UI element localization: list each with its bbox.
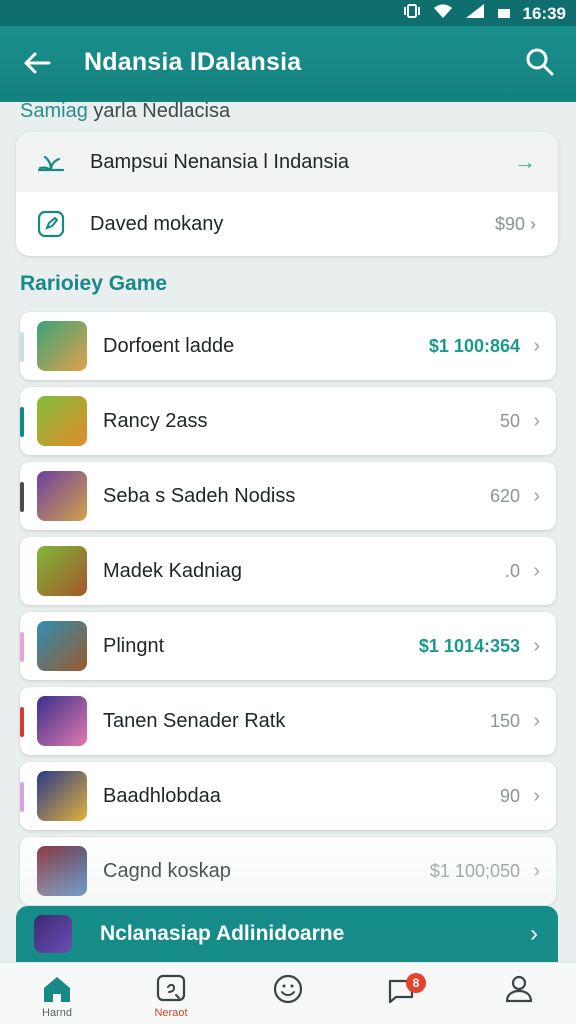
chevron-right-icon: ›	[533, 334, 540, 357]
section-header-accent: Samiag	[20, 102, 88, 122]
game-value: 150	[489, 710, 520, 731]
chat-icon	[156, 974, 186, 1002]
game-name: Dorfoent ladde	[103, 334, 235, 357]
game-name: Plingnt	[103, 634, 165, 657]
game-value: 620	[489, 485, 520, 506]
profile-icon	[505, 975, 533, 1003]
game-thumbnail	[37, 846, 87, 896]
app-bar: Ndansia lDalansia	[0, 26, 576, 102]
chevron-right-icon: ›	[533, 559, 540, 582]
game-value: $1 100:864	[428, 335, 520, 356]
bottom-nav: Harnd Neraot 8	[0, 962, 576, 1024]
arrow-left-icon	[24, 52, 51, 74]
signal-icon	[465, 3, 485, 24]
game-thumbnail	[37, 321, 87, 371]
games-section-title: Rarioiey Game	[20, 272, 168, 295]
game-thumbnail	[37, 771, 87, 821]
edit-icon	[36, 209, 66, 239]
game-thumbnail	[37, 696, 87, 746]
section-header: Samiag yarla Nedlacisa	[20, 102, 230, 123]
nav-home[interactable]: Harnd	[22, 973, 92, 1024]
back-button[interactable]	[20, 46, 54, 80]
game-name: Madek Kadniag	[103, 559, 242, 582]
search-button[interactable]	[524, 46, 558, 80]
chevron-right-icon: ›	[533, 709, 540, 732]
game-thumbnail	[37, 546, 87, 596]
content-area: Samiag yarla Nedlacisa Bampsui Nenansia …	[0, 102, 576, 962]
game-row[interactable]: Plingnt $1 1014:353 ›	[20, 612, 556, 680]
row-accent-stripe	[20, 332, 24, 362]
row-accent-stripe	[20, 782, 24, 812]
nav-social[interactable]	[253, 973, 323, 1024]
promo-label: Nclanasiap Adlinidoarne	[100, 922, 345, 945]
game-value: $1 100;050	[429, 860, 520, 881]
game-row[interactable]: Seba s Sadeh Nodiss 620 ›	[20, 462, 556, 530]
nav-chat[interactable]: Neraot	[136, 973, 206, 1024]
row-accent-stripe	[20, 632, 24, 662]
arrow-right-icon: →	[514, 149, 536, 174]
nav-messages[interactable]: 8	[368, 973, 438, 1024]
status-time: 16:39	[522, 3, 566, 23]
chevron-right-icon: ›	[533, 409, 540, 432]
smiley-icon	[273, 974, 303, 1004]
game-thumbnail	[37, 471, 87, 521]
section-header-text: yarla Nedlacisa	[87, 102, 231, 122]
status-bar: 16:39	[0, 0, 576, 26]
search-icon	[526, 48, 554, 76]
game-name: Tanen Senader Ratk	[103, 709, 286, 732]
game-row[interactable]: Madek Kadniag .0 ›	[20, 537, 556, 605]
chevron-right-icon: ›	[530, 920, 538, 947]
option-row-1[interactable]: Bampsui Nenansia l Indansia →	[16, 132, 558, 192]
game-value: .0	[504, 560, 520, 581]
nav-profile[interactable]	[484, 973, 554, 1024]
chevron-right-icon: ›	[530, 213, 536, 234]
game-name: Seba s Sadeh Nodiss	[103, 484, 296, 507]
game-name: Baadhlobdaa	[103, 784, 221, 807]
nav-home-label: Harnd	[42, 1007, 72, 1019]
game-value: $1 1014:353	[418, 635, 520, 656]
vibrate-icon	[403, 3, 421, 24]
game-name: Cagnd koskap	[103, 859, 231, 882]
game-row[interactable]: Cagnd koskap $1 100;050 ›	[20, 837, 556, 905]
option-row-1-label: Bampsui Nenansia l Indansia	[90, 150, 350, 173]
home-icon	[44, 977, 70, 1002]
option-row-2-value: $90 ›	[495, 214, 536, 235]
row-accent-stripe	[20, 482, 24, 512]
game-row[interactable]: Tanen Senader Ratk 150 ›	[20, 687, 556, 755]
notification-badge: 8	[406, 973, 426, 993]
options-card: Bampsui Nenansia l Indansia → Daved moka…	[16, 132, 558, 256]
game-thumbnail	[37, 621, 87, 671]
battery-icon	[497, 3, 511, 24]
game-value: 50	[499, 410, 520, 431]
promo-banner[interactable]: Nclanasiap Adlinidoarne ›	[16, 906, 558, 962]
chevron-right-icon: ›	[533, 784, 540, 807]
game-row[interactable]: Dorfoent ladde $1 100:864 ›	[20, 312, 556, 380]
game-name: Rancy 2ass	[103, 409, 208, 432]
game-row[interactable]: Rancy 2ass 50 ›	[20, 387, 556, 455]
option-row-2-price: $90	[494, 213, 525, 234]
promo-game-icon	[34, 915, 72, 953]
wifi-icon	[433, 3, 453, 24]
nav-chat-label: Neraot	[154, 1007, 188, 1019]
option-row-2-label: Daved mokany	[90, 212, 224, 235]
row-accent-stripe	[20, 707, 24, 737]
game-row[interactable]: Baadhlobdaa 90 ›	[20, 762, 556, 830]
page-title: Ndansia lDalansia	[84, 48, 302, 76]
chevron-right-icon: ›	[533, 859, 540, 882]
option-row-2[interactable]: Daved mokany $90 ›	[16, 194, 558, 254]
game-thumbnail	[37, 396, 87, 446]
game-value: 90	[499, 785, 520, 806]
chevron-right-icon: ›	[533, 484, 540, 507]
plant-icon	[36, 147, 66, 177]
chevron-right-icon: ›	[533, 634, 540, 657]
row-accent-stripe	[20, 407, 24, 437]
